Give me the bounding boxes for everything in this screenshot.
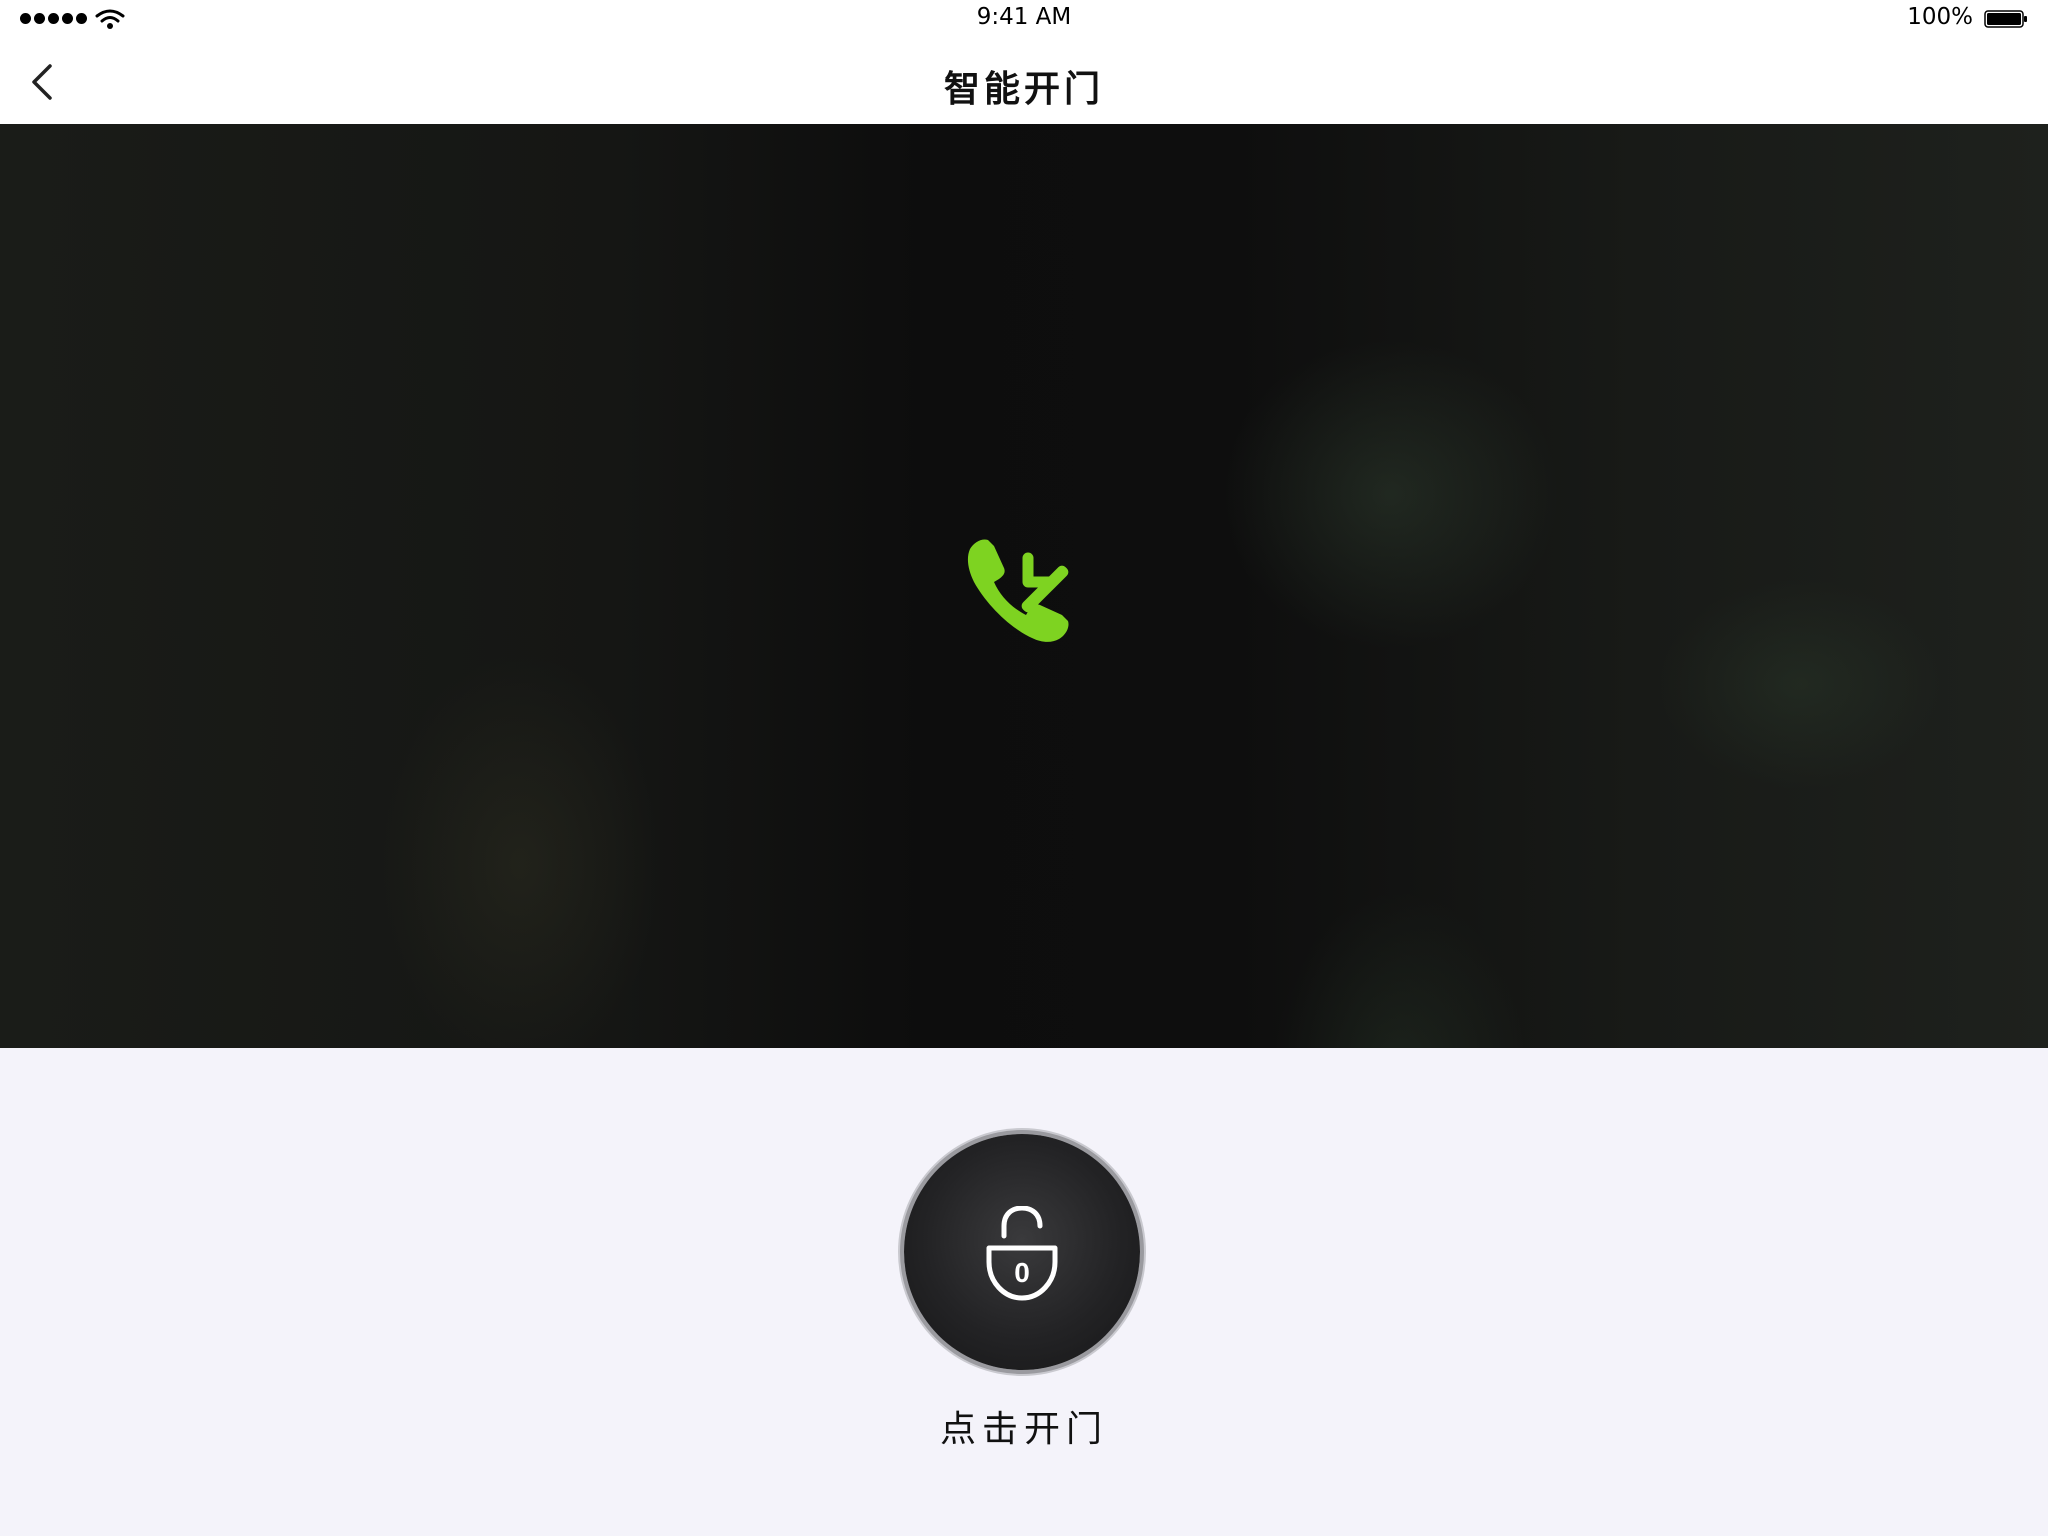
navigation-bar: 智能开门 — [0, 40, 2048, 124]
page-title: 智能开门 — [943, 69, 1104, 110]
status-time: 9:41 AM — [976, 4, 1072, 30]
status-bar: 9:41 AM 100% — [0, 0, 2048, 40]
unlock-label: 点击开门 — [939, 1409, 1108, 1450]
video-preview — [0, 124, 2048, 1048]
app-screen: 9:41 AM 100% 智能开门 0 点击开门 — [0, 0, 2048, 1536]
unlock-door-button[interactable]: 0 — [904, 1134, 1140, 1370]
lock-digit: 0 — [1014, 1257, 1030, 1288]
battery-icon — [1984, 10, 2027, 28]
incoming-call-icon — [967, 539, 1069, 642]
unlock-panel: 0 点击开门 — [0, 1048, 2048, 1536]
unlock-icon: 0 — [986, 1206, 1058, 1301]
battery-percentage: 100% — [1907, 4, 1973, 30]
